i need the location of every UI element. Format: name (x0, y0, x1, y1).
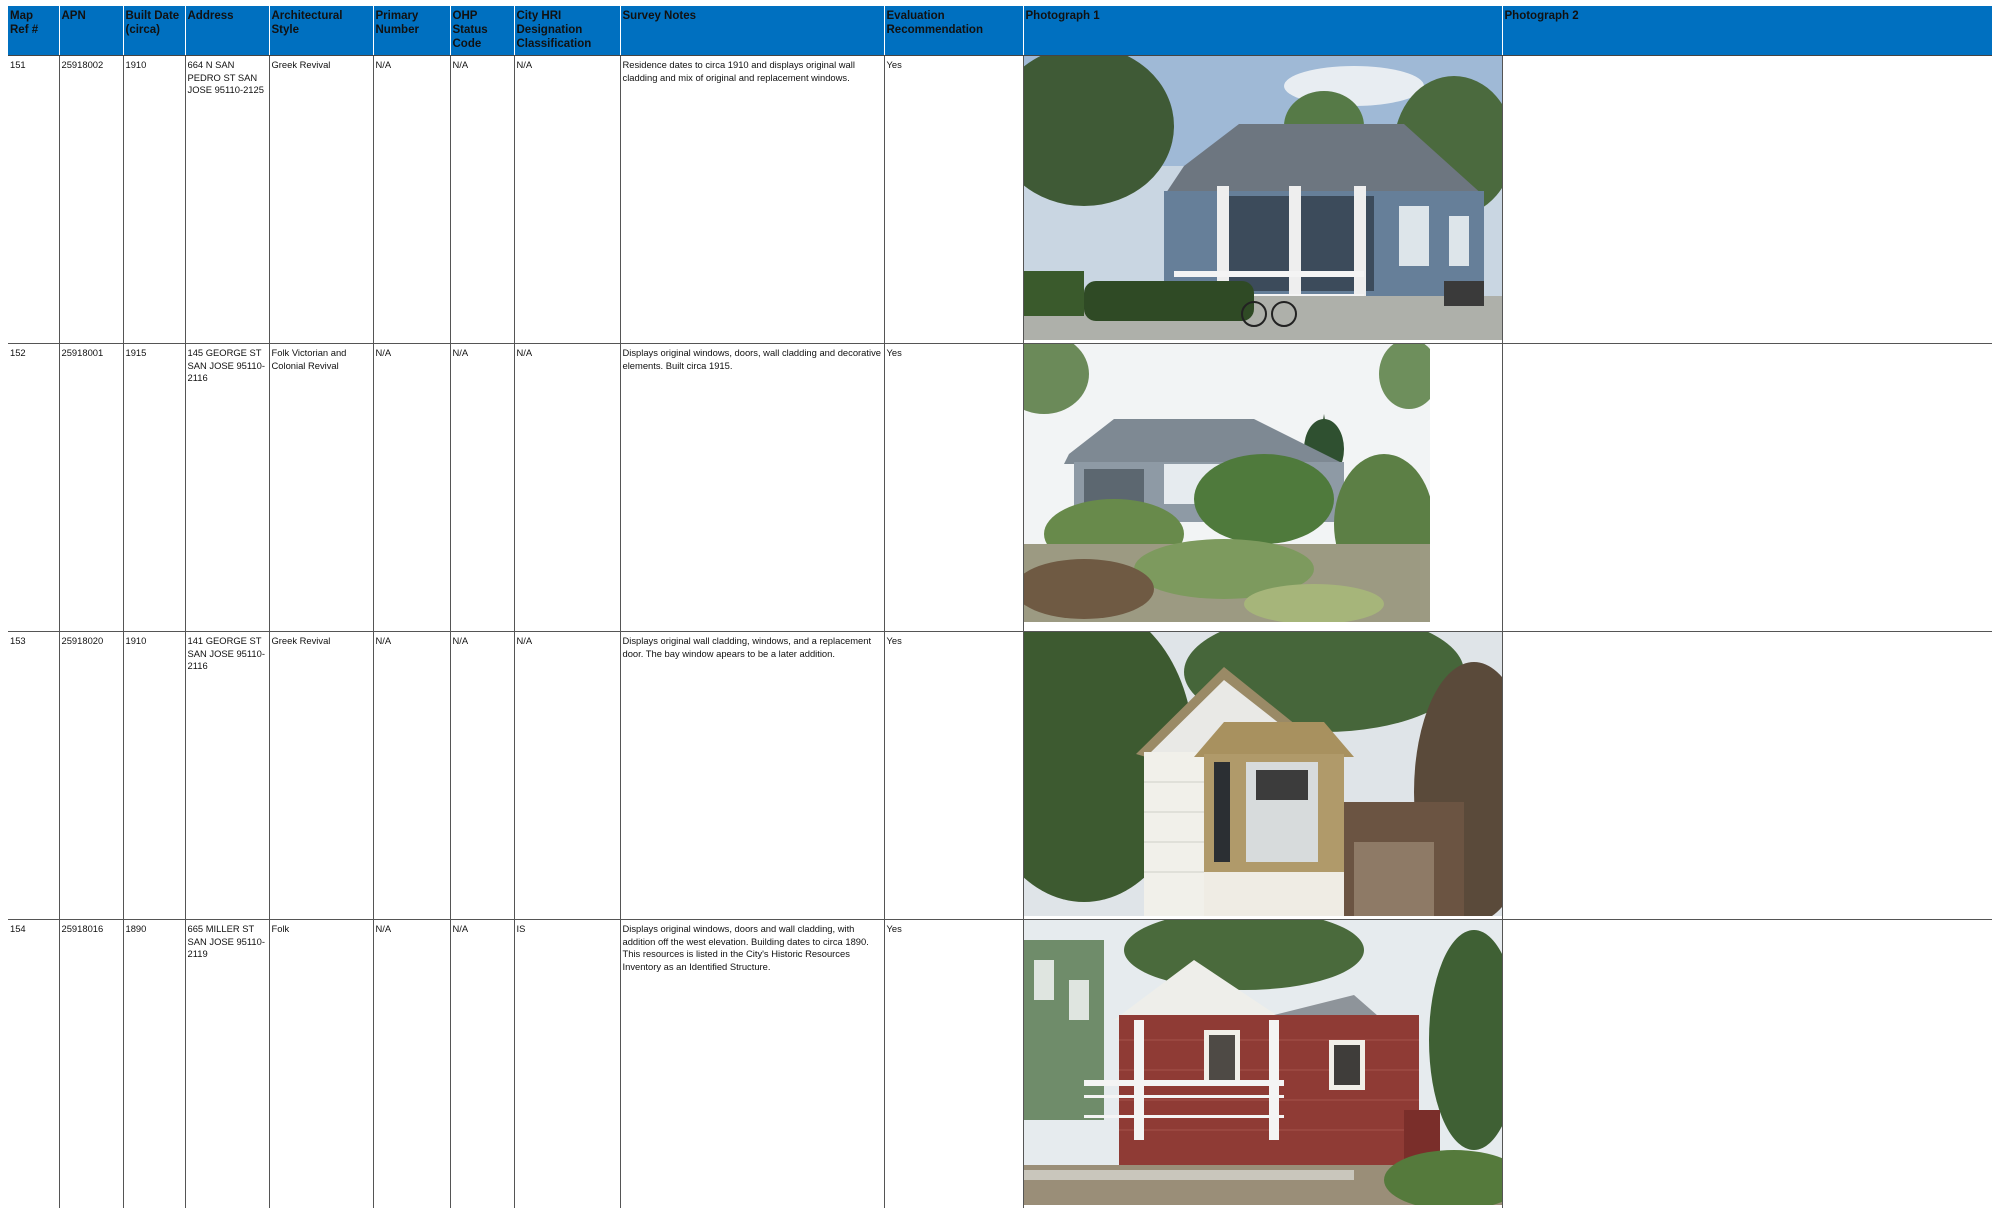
cell-ohp-code[interactable]: N/A (450, 56, 514, 344)
cell-built-date[interactable]: 1910 (123, 56, 185, 344)
header-photo2-label: Photograph 2 (1505, 9, 1991, 23)
cell-map-ref[interactable]: 154 (8, 920, 59, 1208)
header-map-ref[interactable]: Map Ref # (8, 6, 59, 56)
cell-address[interactable]: 664 N SAN PEDRO ST SAN JOSE 95110-2125 (185, 56, 269, 344)
header-arch-style-label: Architectural Style (272, 9, 371, 37)
cell-primary-number[interactable]: N/A (373, 920, 450, 1208)
header-apn-label: APN (62, 9, 121, 23)
cell-built-date[interactable]: 1910 (123, 632, 185, 920)
house-photo-blue-craftsman-icon (1024, 56, 1503, 340)
cell-map-ref[interactable]: 152 (8, 344, 59, 632)
cell-arch-style[interactable]: Folk (269, 920, 373, 1208)
table-row: 153 25918020 1910 141 GEORGE ST SAN JOSE… (8, 632, 1992, 920)
header-built-date-label: Built Date (circa) (126, 9, 183, 37)
cell-apn[interactable]: 25918016 (59, 920, 123, 1208)
header-map-ref-label: Map Ref # (10, 9, 57, 37)
cell-evaluation[interactable]: Yes (884, 56, 1023, 344)
cell-primary-number[interactable]: N/A (373, 344, 450, 632)
cell-photo1[interactable] (1023, 632, 1502, 920)
cell-ohp-code[interactable]: N/A (450, 920, 514, 1208)
cell-photo2[interactable] (1502, 632, 1992, 920)
cell-primary-number[interactable]: N/A (373, 632, 450, 920)
table-row: 152 25918001 1915 145 GEORGE ST SAN JOSE… (8, 344, 1992, 632)
cell-built-date[interactable]: 1915 (123, 344, 185, 632)
cell-address[interactable]: 145 GEORGE ST SAN JOSE 95110-2116 (185, 344, 269, 632)
header-primary-number-label: Primary Number (376, 9, 448, 37)
header-ohp-code-label: OHP Status Code (453, 9, 512, 51)
cell-photo1[interactable] (1023, 920, 1502, 1208)
house-photo-gray-garden-icon (1024, 344, 1430, 622)
cell-photo2[interactable] (1502, 56, 1992, 344)
cell-arch-style[interactable]: Greek Revival (269, 56, 373, 344)
cell-arch-style[interactable]: Folk Victorian and Colonial Revival (269, 344, 373, 632)
cell-city-hri[interactable]: N/A (514, 344, 620, 632)
header-address[interactable]: Address (185, 6, 269, 56)
cell-survey-notes[interactable]: Displays original windows, doors and wal… (620, 920, 884, 1208)
cell-photo1[interactable] (1023, 344, 1502, 632)
cell-map-ref[interactable]: 153 (8, 632, 59, 920)
header-primary-number[interactable]: Primary Number (373, 6, 450, 56)
cell-evaluation[interactable]: Yes (884, 344, 1023, 632)
cell-ohp-code[interactable]: N/A (450, 632, 514, 920)
cell-built-date[interactable]: 1890 (123, 920, 185, 1208)
cell-survey-notes[interactable]: Displays original wall cladding, windows… (620, 632, 884, 920)
header-evaluation-label: Evaluation Recommendation (887, 9, 1021, 37)
cell-evaluation[interactable]: Yes (884, 632, 1023, 920)
header-city-hri[interactable]: City HRI Designation Classification (514, 6, 620, 56)
cell-survey-notes[interactable]: Residence dates to circa 1910 and displa… (620, 56, 884, 344)
table-row: 154 25918016 1890 665 MILLER ST SAN JOSE… (8, 920, 1992, 1208)
cell-city-hri[interactable]: IS (514, 920, 620, 1208)
header-photo2[interactable]: Photograph 2 (1502, 6, 1992, 56)
cell-apn[interactable]: 25918001 (59, 344, 123, 632)
header-row: Map Ref # APN Built Date (circa) Address… (8, 6, 1992, 56)
cell-city-hri[interactable]: N/A (514, 632, 620, 920)
header-evaluation[interactable]: Evaluation Recommendation (884, 6, 1023, 56)
header-address-label: Address (188, 9, 267, 23)
header-survey-notes[interactable]: Survey Notes (620, 6, 884, 56)
cell-primary-number[interactable]: N/A (373, 56, 450, 344)
survey-spreadsheet: Map Ref # APN Built Date (circa) Address… (8, 6, 1992, 1208)
house-photo-red-porch-icon (1024, 920, 1503, 1205)
cell-arch-style[interactable]: Greek Revival (269, 632, 373, 920)
cell-map-ref[interactable]: 151 (8, 56, 59, 344)
cell-apn[interactable]: 25918020 (59, 632, 123, 920)
cell-photo2[interactable] (1502, 344, 1992, 632)
header-city-hri-label: City HRI Designation Classification (517, 9, 618, 51)
cell-address[interactable]: 665 MILLER ST SAN JOSE 95110-2119 (185, 920, 269, 1208)
cell-evaluation[interactable]: Yes (884, 920, 1023, 1208)
survey-table: Map Ref # APN Built Date (circa) Address… (8, 6, 1992, 1208)
cell-photo1[interactable] (1023, 56, 1502, 344)
cell-ohp-code[interactable]: N/A (450, 344, 514, 632)
header-survey-notes-label: Survey Notes (623, 9, 882, 23)
header-apn[interactable]: APN (59, 6, 123, 56)
cell-photo2[interactable] (1502, 920, 1992, 1208)
house-photo-white-bay-window-icon (1024, 632, 1503, 916)
cell-city-hri[interactable]: N/A (514, 56, 620, 344)
header-photo1[interactable]: Photograph 1 (1023, 6, 1502, 56)
header-ohp-code[interactable]: OHP Status Code (450, 6, 514, 56)
header-built-date[interactable]: Built Date (circa) (123, 6, 185, 56)
cell-survey-notes[interactable]: Displays original windows, doors, wall c… (620, 344, 884, 632)
cell-address[interactable]: 141 GEORGE ST SAN JOSE 95110-2116 (185, 632, 269, 920)
cell-apn[interactable]: 25918002 (59, 56, 123, 344)
header-arch-style[interactable]: Architectural Style (269, 6, 373, 56)
table-row: 151 25918002 1910 664 N SAN PEDRO ST SAN… (8, 56, 1992, 344)
header-photo1-label: Photograph 1 (1026, 9, 1500, 23)
